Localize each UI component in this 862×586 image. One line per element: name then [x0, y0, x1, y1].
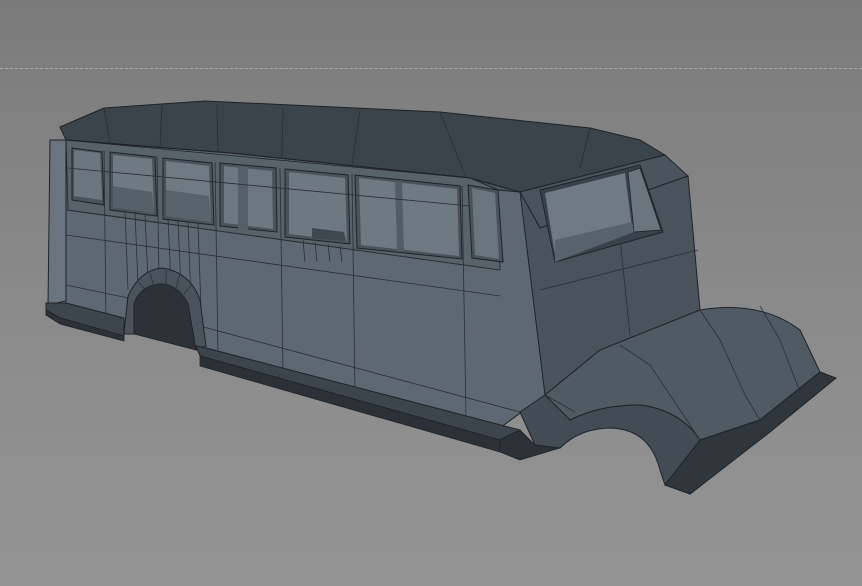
bus-mesh[interactable]: [0, 0, 862, 586]
3d-viewport[interactable]: [0, 0, 862, 586]
